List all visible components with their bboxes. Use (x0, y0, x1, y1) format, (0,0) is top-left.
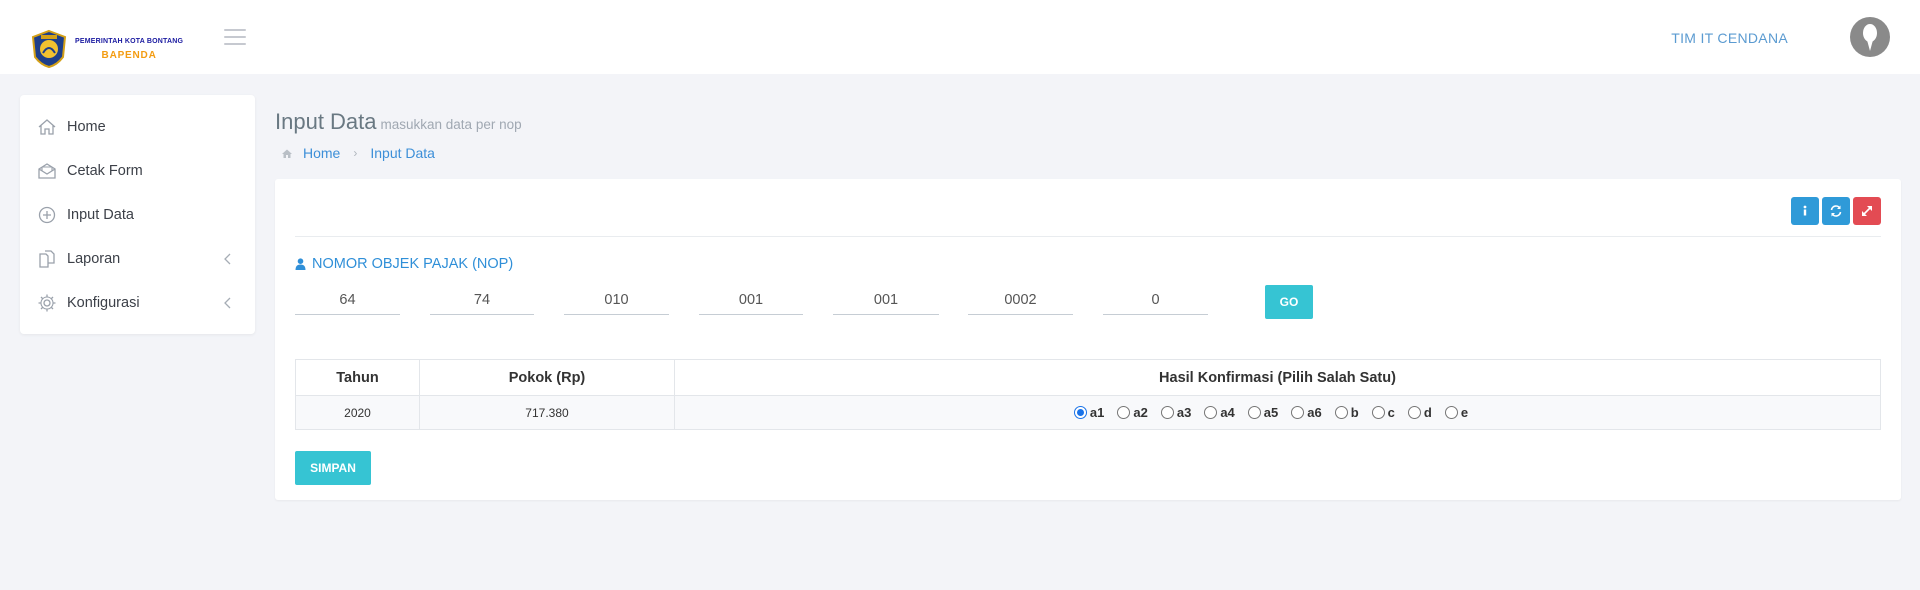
city-emblem-icon (31, 29, 67, 69)
sidebar-item-cetak-form[interactable]: Cetak Form (20, 149, 255, 193)
user-name[interactable]: TIM IT CENDANA (1671, 30, 1788, 46)
radio-label: a2 (1133, 405, 1148, 420)
cell-tahun: 2020 (295, 395, 420, 430)
radio-button[interactable] (1291, 406, 1305, 419)
user-avatar[interactable] (1850, 17, 1890, 57)
page-title: Input Data masukkan data per nop (275, 109, 522, 135)
sidebar: Home Cetak Form Input Data Laporan Konfi… (20, 95, 255, 334)
sidebar-item-input-data[interactable]: Input Data (20, 193, 255, 237)
page-title-text: Input Data (275, 109, 377, 134)
table-row: 2020 717.380 a1 a2 a3 a4 a5 a6 b c d e (295, 395, 1881, 430)
cell-hasil: a1 a2 a3 a4 a5 a6 b c d e (674, 395, 1881, 430)
radio-label: b (1350, 405, 1359, 420)
radio-option-c[interactable]: c (1371, 405, 1395, 420)
radio-button[interactable] (1444, 406, 1458, 419)
logo-line1: PEMERINTAH KOTA BONTANG (75, 38, 184, 45)
user-silhouette-icon (1863, 24, 1877, 51)
radio-option-a5[interactable]: a5 (1247, 405, 1279, 420)
panel-tools (1788, 197, 1881, 225)
nop-field-kecamatan[interactable] (564, 285, 669, 315)
column-header-tahun: Tahun (295, 359, 420, 396)
app-logo[interactable]: PEMERINTAH KOTA BONTANG BAPENDA (29, 29, 183, 69)
sidebar-item-label: Input Data (67, 207, 134, 223)
nop-field-jenis[interactable] (1103, 285, 1208, 315)
nop-field-urut[interactable] (968, 285, 1073, 315)
radio-label: a3 (1176, 405, 1192, 420)
page-subtitle: masukkan data per nop (380, 117, 522, 132)
logo-line2: BAPENDA (101, 50, 157, 61)
refresh-button[interactable] (1822, 197, 1850, 225)
breadcrumb-separator-icon: › (353, 146, 358, 160)
column-header-hasil: Hasil Konfirmasi (Pilih Salah Satu) (674, 359, 1881, 396)
radio-option-a2[interactable]: a2 (1117, 405, 1148, 420)
radio-label: d (1423, 405, 1432, 420)
refresh-icon (1830, 205, 1842, 217)
breadcrumb-current[interactable]: Input Data (370, 145, 435, 161)
radio-button[interactable] (1117, 406, 1131, 419)
sidebar-item-laporan[interactable]: Laporan (20, 237, 255, 281)
radio-option-a4[interactable]: a4 (1204, 405, 1235, 420)
home-icon (282, 149, 292, 158)
home-icon (37, 117, 57, 137)
cell-pokok: 717.380 (419, 395, 675, 430)
user-icon (295, 258, 306, 270)
radio-option-b[interactable]: b (1334, 405, 1359, 420)
radio-option-d[interactable]: d (1407, 405, 1432, 420)
nop-section-title: NOMOR OBJEK PAJAK (NOP) (295, 256, 513, 272)
nop-field-blok[interactable] (833, 285, 939, 315)
sidebar-item-label: Konfigurasi (67, 295, 140, 311)
sidebar-item-label: Laporan (67, 251, 121, 267)
go-button[interactable]: GO (1265, 285, 1313, 319)
radio-label: a4 (1220, 405, 1235, 420)
input-panel: NOMOR OBJEK PAJAK (NOP) GO Tahun Pokok (… (275, 179, 1901, 500)
radio-button[interactable] (1371, 406, 1385, 419)
radio-label: c (1387, 405, 1395, 420)
documents-icon (37, 249, 57, 269)
nop-field-kelurahan[interactable] (699, 285, 803, 315)
nop-title-text: NOMOR OBJEK PAJAK (NOP) (312, 256, 514, 272)
radio-label: a6 (1307, 405, 1322, 420)
radio-label: a1 (1089, 405, 1105, 420)
gear-icon (37, 293, 57, 313)
radio-option-e[interactable]: e (1444, 405, 1469, 420)
chevron-left-icon (224, 297, 231, 309)
save-button[interactable]: SIMPAN (295, 451, 371, 485)
breadcrumb: Home › Input Data (281, 145, 435, 161)
sidebar-item-home[interactable]: Home (20, 105, 255, 149)
top-header: PEMERINTAH KOTA BONTANG BAPENDA TIM IT C… (0, 0, 1920, 74)
plus-circle-icon (37, 205, 57, 225)
confirmation-table: Tahun Pokok (Rp) Hasil Konfirmasi (Pilih… (295, 359, 1881, 430)
info-icon (1803, 205, 1807, 216)
nop-field-provinsi[interactable] (295, 285, 400, 315)
radio-label: a5 (1263, 405, 1279, 420)
info-button[interactable] (1791, 197, 1819, 225)
table-header-row: Tahun Pokok (Rp) Hasil Konfirmasi (Pilih… (295, 359, 1881, 396)
radio-label: e (1460, 405, 1469, 420)
radio-button[interactable] (1160, 406, 1174, 419)
radio-option-a3[interactable]: a3 (1160, 405, 1192, 420)
sidebar-item-label: Cetak Form (67, 163, 143, 179)
radio-button[interactable] (1407, 406, 1421, 419)
fullscreen-button[interactable] (1853, 197, 1881, 225)
menu-toggle-icon[interactable] (224, 29, 246, 45)
radio-button[interactable] (1204, 406, 1218, 419)
panel-divider (295, 236, 1881, 237)
radio-option-a1[interactable]: a1 (1073, 405, 1105, 420)
radio-button[interactable] (1073, 406, 1087, 419)
sidebar-item-konfigurasi[interactable]: Konfigurasi (20, 281, 255, 325)
nop-field-kota[interactable] (430, 285, 534, 315)
radio-option-a6[interactable]: a6 (1291, 405, 1322, 420)
envelope-open-icon (37, 161, 57, 181)
breadcrumb-home[interactable]: Home (303, 145, 340, 161)
confirmation-radio-group: a1 a2 a3 a4 a5 a6 b c d e (1073, 405, 1481, 420)
logo-text: PEMERINTAH KOTA BONTANG BAPENDA (75, 35, 183, 63)
column-header-pokok: Pokok (Rp) (419, 359, 675, 396)
chevron-left-icon (224, 253, 231, 265)
radio-button[interactable] (1247, 406, 1261, 419)
radio-button[interactable] (1334, 406, 1348, 419)
sidebar-item-label: Home (67, 119, 106, 135)
expand-icon (1862, 206, 1872, 216)
